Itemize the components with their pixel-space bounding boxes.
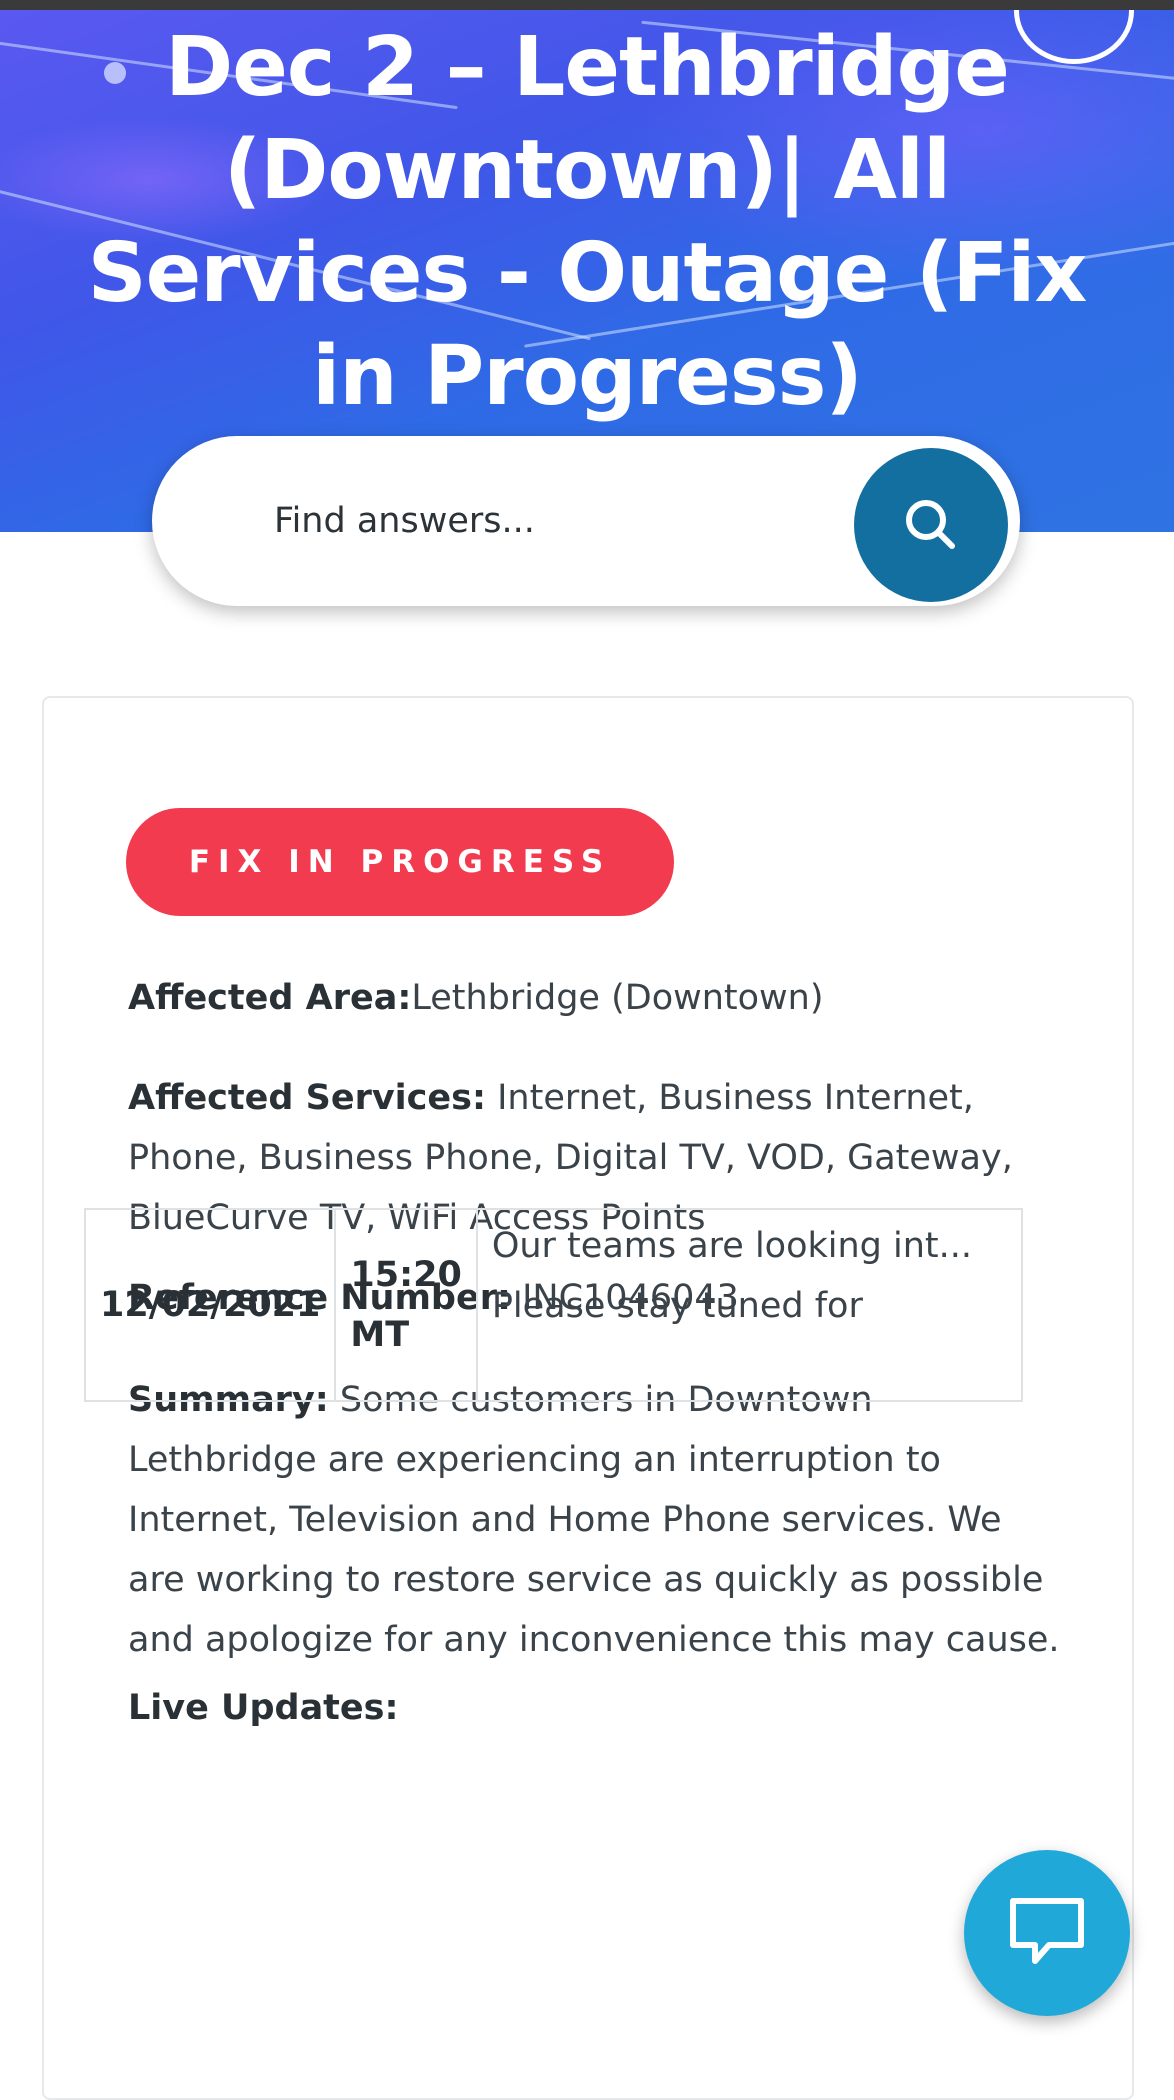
live-updates-heading: Live Updates: — [128, 1678, 398, 1738]
status-bar-edge — [0, 0, 1174, 10]
summary-value: Some customers in Downtown Lethbridge ar… — [128, 1380, 1060, 1660]
affected-services-label: Affected Services: — [128, 1078, 486, 1118]
summary: Summary: Some customers in Downtown Leth… — [128, 1370, 1068, 1670]
table-row: 12/02/2021 15:20 MT Our teams are lookin… — [83, 1208, 1023, 1402]
live-updates-label: Live Updates: — [128, 1688, 399, 1728]
live-updates-table: 12/02/2021 15:20 MT Our teams are lookin… — [83, 1208, 1023, 1402]
chat-button[interactable] — [964, 1850, 1130, 2016]
search-button[interactable] — [854, 448, 1008, 602]
affected-area-label: Affected Area: — [128, 978, 412, 1018]
update-message: Our teams are looking int... Please stay… — [475, 1208, 1023, 1402]
update-date: 12/02/2021 — [83, 1208, 337, 1402]
affected-area: Affected Area:Lethbridge (Downtown) — [128, 968, 824, 1028]
search-icon — [906, 500, 955, 549]
update-time: 15:20 MT — [334, 1208, 478, 1402]
chat-bubble-icon — [1010, 1898, 1084, 1964]
search-bar — [152, 436, 1020, 606]
search-input[interactable] — [272, 484, 836, 558]
affected-area-value: Lethbridge (Downtown) — [411, 978, 824, 1018]
page-title: Dec 2 – Lethbridge (Downtown)| All Servi… — [87, 20, 1088, 424]
status-badge: FIX IN PROGRESS — [126, 808, 674, 916]
